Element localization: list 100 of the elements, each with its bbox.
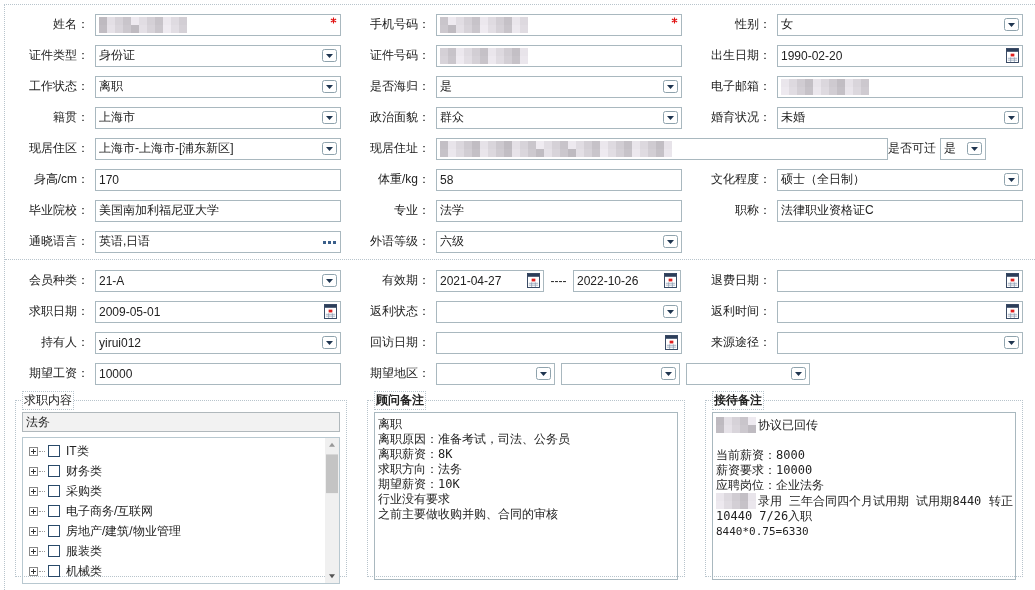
select-field[interactable]: 群众 <box>436 106 682 129</box>
field-label: 现居住址： <box>369 140 431 157</box>
checkbox[interactable] <box>48 505 60 517</box>
date-field[interactable]: 2021-04-27 <box>436 269 544 292</box>
input-field[interactable] <box>436 137 888 160</box>
checkbox[interactable] <box>48 525 60 537</box>
expand-icon[interactable] <box>29 546 38 556</box>
select-field[interactable]: yirui012 <box>95 331 341 354</box>
select-field[interactable]: 是 <box>940 137 986 160</box>
notes-textarea[interactable]: 离职 离职原因：准备考试，司法、公务员 离职薪资：8K 求职方向：法务 期望薪资：10K 行业没有要求 之前主要做收购并购、合同的审核 <box>374 412 678 580</box>
input-field[interactable] <box>777 75 1023 98</box>
note-line: 求职方向：法务 <box>378 462 462 477</box>
input-field[interactable]: 58 <box>436 168 682 191</box>
search-field[interactable]: 法务 <box>22 412 340 432</box>
field-label: 来源途径： <box>710 334 772 351</box>
field-label: 有效期： <box>381 272 431 289</box>
tree-item[interactable]: 电子商务/互联网 <box>66 502 154 520</box>
checkbox[interactable] <box>48 445 60 457</box>
input-field[interactable]: 法律职业资格证C <box>777 199 1023 222</box>
field-label: 婚育状况： <box>710 109 772 126</box>
select-field[interactable] <box>686 362 810 385</box>
note-line: 离职原因：准备考试，司法、公务员 <box>378 432 570 447</box>
select-field[interactable]: 未婚 <box>777 106 1023 129</box>
input-field[interactable]: 10000 <box>95 362 341 385</box>
expand-icon[interactable] <box>29 566 38 576</box>
calendar-icon[interactable] <box>1006 304 1019 319</box>
select-field[interactable]: 六级 <box>436 230 682 253</box>
field-label: 手机号码： <box>369 16 431 33</box>
checkbox[interactable] <box>48 545 60 557</box>
expand-icon[interactable] <box>29 486 38 496</box>
field-label: 工作状态： <box>28 78 90 95</box>
calendar-icon[interactable] <box>527 273 540 288</box>
note-line: 离职 <box>378 417 402 432</box>
calendar-icon[interactable] <box>324 304 337 319</box>
field-label: 文化程度： <box>710 171 772 188</box>
select-field[interactable]: 是 <box>436 75 682 98</box>
note-line: 当前薪资：8000 <box>716 448 805 463</box>
tree-item[interactable]: 机械类 <box>66 562 102 580</box>
date-field[interactable] <box>436 331 682 354</box>
select-field[interactable]: 上海市 <box>95 106 341 129</box>
input-field[interactable]: 美国南加利福尼亚大学 <box>95 199 341 222</box>
expand-icon[interactable] <box>29 506 38 516</box>
field-label: 证件类型： <box>28 47 90 64</box>
date-field[interactable] <box>777 300 1023 323</box>
date-field[interactable]: 2009-05-01 <box>95 300 341 323</box>
field-label: 持有人： <box>40 334 90 351</box>
field-label: 期望工资： <box>28 365 90 382</box>
date-field[interactable]: 1990-02-20 <box>777 44 1023 67</box>
expand-icon[interactable] <box>29 466 38 476</box>
select-field[interactable]: 身份证 <box>95 44 341 67</box>
input-field[interactable] <box>95 13 341 36</box>
note-line: 之前主要做收购并购、合同的审核 <box>378 507 558 522</box>
calendar-icon[interactable] <box>665 335 678 350</box>
more-icon[interactable] <box>323 241 337 245</box>
field-label: 性别： <box>734 16 772 33</box>
select-field[interactable] <box>777 331 1023 354</box>
input-field[interactable] <box>436 13 682 36</box>
field-label: 毕业院校： <box>28 202 90 219</box>
select-field[interactable]: 女 <box>777 13 1023 36</box>
checkbox[interactable] <box>48 465 60 477</box>
notes-textarea[interactable]: 协议已回传 当前薪资：8000 薪资要求：10000 应聘岗位：企业法务 录用 三年合同四个月试用期 试用期8440 转正 10440 7/26入职 8440*0.75=6330 <box>712 412 1016 580</box>
calendar-icon[interactable] <box>1006 273 1019 288</box>
note-line: 录用 三年合同四个月试用期 试用期8440 转正 <box>758 493 1013 509</box>
select-field[interactable] <box>561 362 680 385</box>
checkbox[interactable] <box>48 565 60 577</box>
field-label: 出生日期： <box>710 47 772 64</box>
field-label: 电子邮箱： <box>710 78 772 95</box>
input-field[interactable]: 170 <box>95 168 341 191</box>
tree-item[interactable]: 采购类 <box>66 482 102 500</box>
input-field[interactable]: 英语,日语 <box>95 230 341 253</box>
select-field[interactable]: 离职 <box>95 75 341 98</box>
note-line: 应聘岗位：企业法务 <box>716 478 824 493</box>
tree-item[interactable]: 服装类 <box>66 542 102 560</box>
select-field[interactable]: 21-A <box>95 269 341 292</box>
note-line: 行业没有要求 <box>378 492 450 507</box>
expand-icon[interactable] <box>29 526 38 536</box>
select-field[interactable]: 硕士（全日制） <box>777 168 1023 191</box>
note-line: 离职薪资：8K <box>378 447 453 462</box>
select-field[interactable] <box>436 362 555 385</box>
field-label: 期望地区： <box>369 365 431 382</box>
expand-icon[interactable] <box>29 446 38 456</box>
note-line: 期望薪资：10K <box>378 477 460 492</box>
calendar-icon[interactable] <box>1006 48 1019 63</box>
field-label: 外语等级： <box>369 233 431 250</box>
note-line: 8440*0.75=6330 <box>716 524 809 539</box>
note-line: 10440 7/26入职 <box>716 509 813 524</box>
checkbox[interactable] <box>48 485 60 497</box>
field-label: 专业： <box>393 202 431 219</box>
select-field[interactable]: 上海市-上海市-[浦东新区] <box>95 137 341 160</box>
date-field[interactable] <box>777 269 1023 292</box>
tree-item[interactable]: 房地产/建筑/物业管理 <box>66 522 181 540</box>
scrollbar[interactable] <box>325 438 339 583</box>
tree-item[interactable]: IT类 <box>66 442 89 460</box>
field-label: 退费日期： <box>710 272 772 289</box>
calendar-icon[interactable] <box>664 273 677 288</box>
input-field[interactable] <box>436 44 682 67</box>
date-field[interactable]: 2022-10-26 <box>573 269 681 292</box>
tree-item[interactable]: 财务类 <box>66 462 102 480</box>
select-field[interactable] <box>436 300 682 323</box>
input-field[interactable]: 法学 <box>436 199 682 222</box>
